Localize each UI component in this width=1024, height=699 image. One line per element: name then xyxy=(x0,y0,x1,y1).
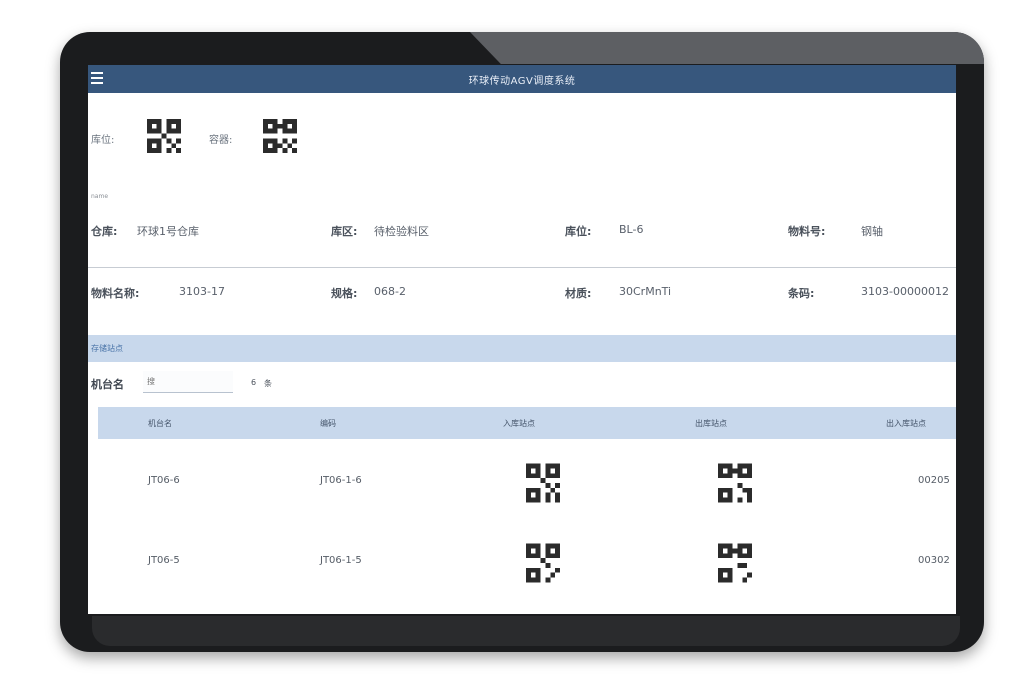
container-qr-code-icon[interactable] xyxy=(263,119,297,153)
title-bar: 环球传动AGV调度系统 xyxy=(88,65,956,93)
zone-label: 库区: xyxy=(331,225,358,238)
table-row[interactable]: JT06-5 JT06-1-5 00302 xyxy=(98,533,956,593)
location-label: 库位: xyxy=(91,135,115,146)
machine-name: JT06-5 xyxy=(148,555,180,566)
bezel-bottom xyxy=(92,616,960,646)
app-title: 环球传动AGV调度系统 xyxy=(468,76,576,87)
location-label: 库位: xyxy=(565,225,592,238)
section-title: 存储站点 xyxy=(91,344,123,353)
col-machine[interactable]: 机台名 xyxy=(148,418,172,429)
app-screen: 环球传动AGV调度系统 库位: 容器: name 仓库: 环球1号仓库 库区: … xyxy=(88,65,956,614)
inout-station: 00205 xyxy=(918,475,950,486)
col-code[interactable]: 编码 xyxy=(320,418,336,429)
info-divider xyxy=(88,267,956,268)
outbound-qr-code-icon[interactable] xyxy=(718,463,752,503)
table-row[interactable]: JT06-6 JT06-1-6 00205 xyxy=(98,453,956,513)
result-count: 6 xyxy=(251,378,257,387)
material-number-value: 钢轴 xyxy=(861,225,883,238)
material-name-value: 3103-17 xyxy=(179,285,225,298)
result-count-unit: 条 xyxy=(264,379,272,388)
material-number-label: 物料号: xyxy=(788,225,826,238)
container-label: 容器: xyxy=(209,135,233,146)
col-inbound-station[interactable]: 入库站点 xyxy=(503,418,535,429)
barcode-value: 3103-00000012 xyxy=(861,285,949,298)
machine-name: JT06-6 xyxy=(148,475,180,486)
warehouse-label: 仓库: xyxy=(91,225,118,238)
material-grade-label: 材质: xyxy=(565,287,592,300)
info-row-2: 物料名称: 3103-17 规格: 068-2 材质: 30CrMnTi 条码:… xyxy=(91,277,953,305)
col-outbound-station[interactable]: 出库站点 xyxy=(695,418,727,429)
location-value: BL-6 xyxy=(619,223,644,236)
warehouse-value: 环球1号仓库 xyxy=(137,225,199,238)
search-label: 机台名 xyxy=(91,378,124,391)
info-row-1: 仓库: 环球1号仓库 库区: 待检验料区 库位: BL-6 物料号: 钢轴 xyxy=(91,215,953,243)
table-header: 机台名 编码 入库站点 出库站点 出入库站点 xyxy=(98,407,956,439)
material-grade-value: 30CrMnTi xyxy=(619,285,672,298)
info-small-label: name xyxy=(91,193,109,200)
machine-code: JT06-1-6 xyxy=(320,475,362,486)
machine-search-input[interactable] xyxy=(143,371,233,393)
inout-station: 00302 xyxy=(918,555,950,566)
outbound-qr-code-icon[interactable] xyxy=(718,543,752,583)
zone-value: 待检验料区 xyxy=(374,225,429,238)
spec-label: 规格: xyxy=(331,287,358,300)
machine-code: JT06-1-5 xyxy=(320,555,362,566)
storage-station-section: 存储站点 xyxy=(88,335,956,362)
inbound-qr-code-icon[interactable] xyxy=(526,463,560,503)
barcode-label: 条码: xyxy=(788,287,815,300)
material-name-label: 物料名称: xyxy=(91,287,140,300)
location-qr-code-icon[interactable] xyxy=(147,119,181,153)
spec-value: 068-2 xyxy=(374,285,406,298)
col-inout-station[interactable]: 出入库站点 xyxy=(886,418,926,429)
bezel-highlight xyxy=(470,32,984,64)
inbound-qr-code-icon[interactable] xyxy=(526,543,560,583)
